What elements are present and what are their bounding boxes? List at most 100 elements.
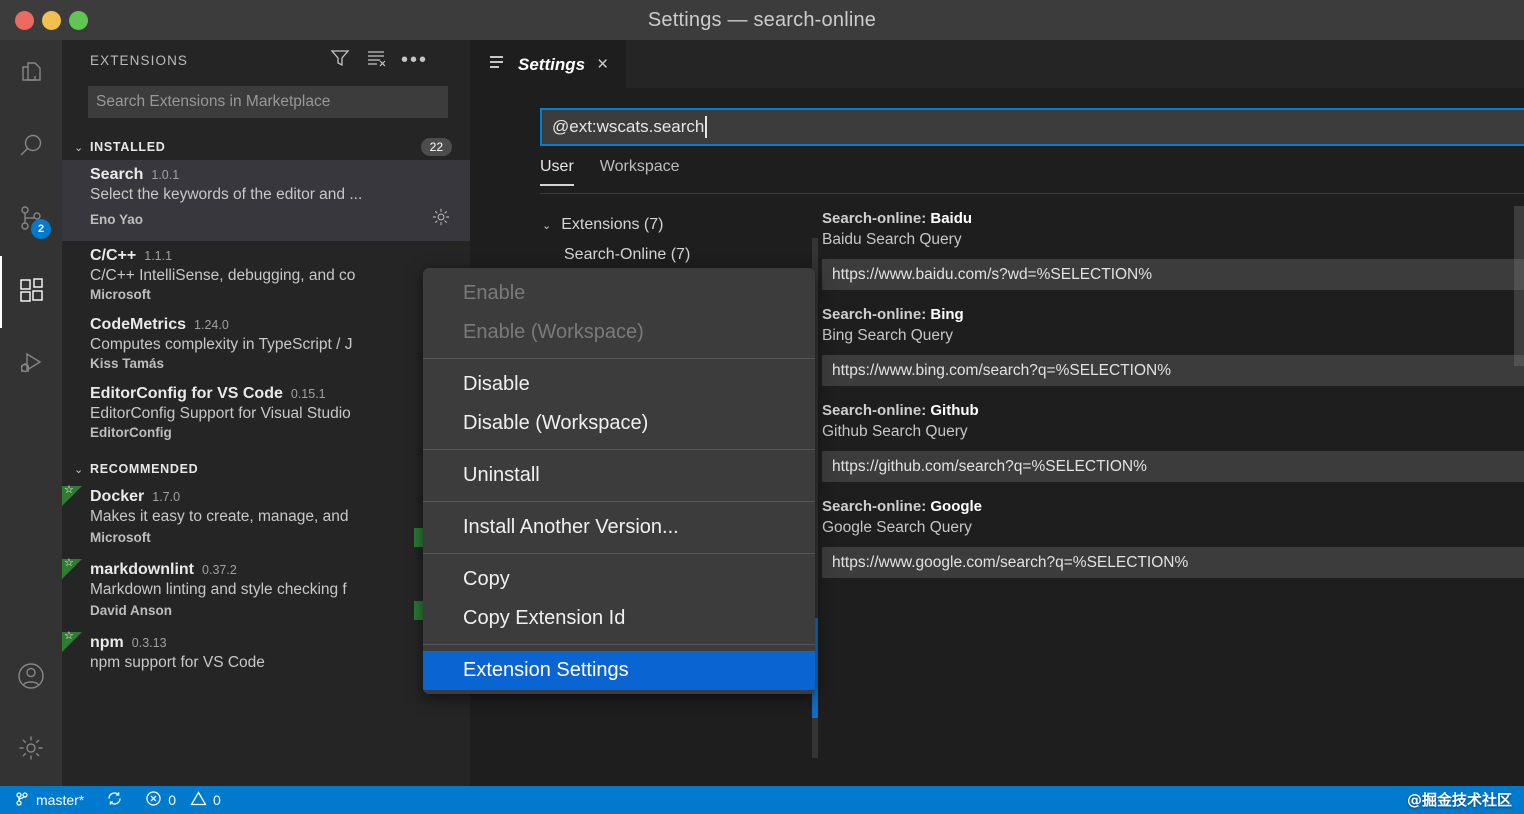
title-bar: Settings — search-online bbox=[0, 0, 1524, 40]
activity-item-manage[interactable] bbox=[0, 714, 62, 786]
settings-search-input[interactable]: @ext:wscats.search bbox=[540, 108, 1524, 146]
menu-item-extension-settings[interactable]: Extension Settings bbox=[423, 651, 815, 690]
status-sync[interactable] bbox=[106, 790, 123, 810]
setting-prefix: Search-online: bbox=[822, 402, 930, 419]
extension-item-npm[interactable]: ☆ npm 0.3.13 npm support for VS Code bbox=[62, 628, 470, 680]
status-problems[interactable]: 0 0 bbox=[145, 790, 221, 810]
more-actions-icon[interactable]: ••• bbox=[401, 55, 428, 65]
extension-item-docker[interactable]: ☆ Docker 1.7.0 Makes it easy to create, … bbox=[62, 482, 470, 555]
warning-count: 0 bbox=[213, 792, 221, 808]
extension-item-search[interactable]: Search 1.0.1 Select the keywords of the … bbox=[62, 160, 470, 241]
setting-description: Github Search Query bbox=[822, 423, 1524, 441]
settings-search-value: @ext:wscats.search bbox=[552, 117, 704, 137]
setting-title: Search-online: Google bbox=[822, 498, 1524, 515]
menu-item-copy[interactable]: Copy bbox=[423, 560, 815, 599]
extension-description: EditorConfig Support for Visual Studio bbox=[90, 405, 452, 423]
setting-value-input[interactable]: https://www.google.com/search?q=%SELECTI… bbox=[822, 547, 1524, 578]
extension-name: Search bbox=[90, 166, 143, 184]
extension-footer-row: Kiss Tamás bbox=[90, 356, 452, 371]
tab-label: Settings bbox=[518, 55, 585, 75]
extension-publisher: EditorConfig bbox=[90, 425, 452, 440]
extension-item-markdownlint[interactable]: ☆ markdownlint 0.37.2 Markdown linting a… bbox=[62, 555, 470, 628]
toc-label: Extensions (7) bbox=[561, 216, 663, 234]
tab-settings[interactable]: Settings × bbox=[470, 40, 626, 88]
editor-scrollbar-thumb[interactable] bbox=[1514, 206, 1524, 366]
extension-description: Computes complexity in TypeScript / J bbox=[90, 336, 452, 354]
setting-key: Bing bbox=[930, 306, 963, 323]
extension-footer-row: Microsoft bbox=[90, 287, 452, 302]
activity-item-run-debug[interactable] bbox=[0, 328, 62, 400]
search-extensions-input[interactable]: Search Extensions in Marketplace bbox=[88, 86, 448, 118]
setting-prefix: Search-online: bbox=[822, 210, 930, 227]
setting-item-github: Search-online: Github Github Search Quer… bbox=[822, 402, 1524, 482]
setting-value-input[interactable]: https://www.baidu.com/s?wd=%SELECTION% bbox=[822, 259, 1524, 290]
extension-item-codemetrics[interactable]: CodeMetrics 1.24.0 Computes complexity i… bbox=[62, 310, 470, 379]
section-recommended-header[interactable]: ⌄ RECOMMENDED bbox=[62, 456, 470, 482]
filter-icon[interactable] bbox=[329, 47, 351, 74]
tab-workspace[interactable]: Workspace bbox=[600, 158, 680, 184]
extension-item-cpp[interactable]: C/C++ 1.1.1 C/C++ IntelliSense, debuggin… bbox=[62, 241, 470, 310]
star-icon: ☆ bbox=[64, 629, 74, 642]
sidebar-actions: ••• bbox=[329, 47, 458, 74]
extension-footer-row: Eno Yao bbox=[90, 206, 452, 233]
setting-item-bing: Search-online: Bing Bing Search Query ht… bbox=[822, 306, 1524, 386]
setting-description: Google Search Query bbox=[822, 519, 1524, 537]
activity-item-explorer[interactable] bbox=[0, 40, 62, 112]
extension-version: 0.3.13 bbox=[132, 636, 167, 650]
tab-user[interactable]: User bbox=[540, 158, 574, 186]
activity-item-extensions[interactable] bbox=[0, 256, 62, 328]
setting-value-input[interactable]: https://github.com/search?q=%SELECTION% bbox=[822, 451, 1524, 482]
extension-version: 0.37.2 bbox=[202, 563, 237, 577]
extension-name: markdownlint bbox=[90, 561, 194, 579]
toc-item-extensions[interactable]: ⌄ Extensions (7) bbox=[542, 210, 792, 240]
source-control-badge: 2 bbox=[31, 219, 51, 239]
toc-item-search-online[interactable]: Search-Online (7) bbox=[542, 240, 792, 270]
extension-description: npm support for VS Code bbox=[90, 654, 452, 672]
menu-separator bbox=[423, 449, 815, 450]
extension-title-row: CodeMetrics 1.24.0 bbox=[90, 316, 452, 334]
setting-item-google: Search-online: Google Google Search Quer… bbox=[822, 498, 1524, 578]
activity-item-search[interactable] bbox=[0, 112, 62, 184]
status-branch[interactable]: master* bbox=[14, 791, 84, 810]
clear-list-icon[interactable] bbox=[365, 47, 387, 74]
activity-item-source-control[interactable]: 2 bbox=[0, 184, 62, 256]
menu-item-install-another-version[interactable]: Install Another Version... bbox=[423, 508, 815, 547]
menu-item-disable-workspace[interactable]: Disable (Workspace) bbox=[423, 404, 815, 443]
menu-item-copy-extension-id[interactable]: Copy Extension Id bbox=[423, 599, 815, 638]
close-icon[interactable]: × bbox=[597, 55, 608, 74]
extension-item-editorconfig[interactable]: EditorConfig for VS Code 0.15.1 EditorCo… bbox=[62, 379, 470, 448]
settings-editor-icon bbox=[488, 53, 506, 76]
menu-separator bbox=[423, 644, 815, 645]
branch-label: master* bbox=[36, 792, 84, 808]
extension-manage-gear-icon[interactable] bbox=[430, 206, 452, 233]
extension-title-row: C/C++ 1.1.1 bbox=[90, 247, 452, 265]
setting-key: Google bbox=[930, 498, 982, 515]
extensions-icon bbox=[15, 274, 47, 311]
extension-footer-row: EditorConfig bbox=[90, 425, 452, 440]
setting-key: Baidu bbox=[930, 210, 972, 227]
menu-separator bbox=[423, 553, 815, 554]
text-caret bbox=[705, 116, 707, 138]
extension-name: EditorConfig for VS Code bbox=[90, 385, 283, 403]
menu-separator bbox=[423, 501, 815, 502]
warning-icon bbox=[190, 790, 207, 810]
star-icon: ☆ bbox=[64, 483, 74, 496]
menu-item-disable[interactable]: Disable bbox=[423, 365, 815, 404]
gear-icon bbox=[16, 733, 46, 768]
extension-version: 0.15.1 bbox=[291, 387, 326, 401]
extension-name: CodeMetrics bbox=[90, 316, 186, 334]
section-installed-header[interactable]: ⌄ INSTALLED 22 bbox=[62, 134, 470, 160]
chevron-down-icon: ⌄ bbox=[74, 463, 90, 476]
activity-item-accounts[interactable] bbox=[0, 642, 62, 714]
status-bar: master* 0 0 @掘金技术社区 bbox=[0, 786, 1524, 814]
extension-title-row: npm 0.3.13 bbox=[90, 634, 452, 652]
menu-item-enable-workspace[interactable]: Enable (Workspace) bbox=[423, 313, 815, 352]
menu-item-uninstall[interactable]: Uninstall bbox=[423, 456, 815, 495]
setting-title: Search-online: Github bbox=[822, 402, 1524, 419]
setting-value-input[interactable]: https://www.bing.com/search?q=%SELECTION… bbox=[822, 355, 1524, 386]
extension-publisher: Microsoft bbox=[90, 530, 414, 545]
extension-title-row: Search 1.0.1 bbox=[90, 166, 452, 184]
setting-key: Github bbox=[930, 402, 978, 419]
menu-item-enable[interactable]: Enable bbox=[423, 274, 815, 313]
extension-name: npm bbox=[90, 634, 124, 652]
